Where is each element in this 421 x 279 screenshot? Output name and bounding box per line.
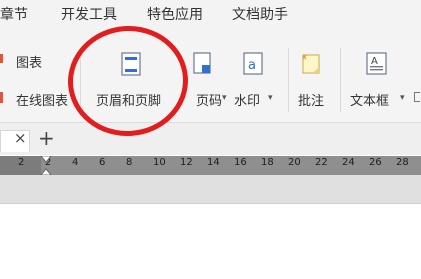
ruler-tick-label: 24 — [342, 157, 355, 168]
ribbon: 图表 在线图表 页眉和页脚 页码 ▾ a 水印 ▾ 批注 A 文本框 ▾ — [0, 40, 421, 123]
comment-button[interactable]: 批注 — [294, 46, 334, 116]
ruler-tick-label: 10 — [153, 157, 166, 168]
menu-tab-chapter[interactable]: 章节 — [0, 0, 28, 40]
chart-button[interactable] — [0, 50, 10, 66]
watermark-button[interactable]: a 水印 ▾ — [234, 46, 278, 116]
ribbon-divider — [340, 48, 341, 112]
comment-label: 批注 — [298, 94, 325, 109]
ruler-tick-label: 2 — [18, 157, 25, 168]
ruler-tick-label: 28 — [396, 157, 409, 168]
watermark-label: 水印 — [234, 94, 261, 109]
watermark-dropdown-icon: ▾ — [268, 93, 273, 103]
chart-icon — [0, 54, 3, 63]
online-chart-button[interactable] — [0, 89, 10, 105]
online-chart-icon — [0, 92, 3, 103]
watermark-icon: a — [243, 52, 263, 75]
ruler-tick-label: 4 — [72, 157, 79, 168]
ribbon-divider — [288, 48, 289, 112]
ruler-tick-label: 20 — [288, 157, 301, 168]
ruler-tick-label: 14 — [207, 157, 220, 168]
text-box-icon: A — [366, 52, 387, 75]
text-box-label: 文本框 — [350, 94, 390, 109]
svg-text:A: A — [371, 56, 378, 67]
document-page[interactable] — [0, 203, 421, 279]
ruler-tick-label: 22 — [315, 157, 328, 168]
chart-label[interactable]: 图表 — [16, 52, 42, 71]
ruler-tick-label: 16 — [234, 157, 247, 168]
page-number-label: 页码 — [196, 94, 223, 109]
ruler-tick-label: 26 — [369, 157, 382, 168]
new-tab-icon[interactable]: + — [38, 126, 55, 150]
page-number-button[interactable]: 页码 ▾ — [190, 46, 230, 116]
horizontal-ruler: 2 2 4 6 8 10 12 14 16 18 20 22 24 26 28 — [0, 156, 421, 175]
ribbon-overflow-button[interactable] — [414, 90, 421, 104]
svg-text:a: a — [248, 58, 256, 73]
page-number-dropdown-icon: ▾ — [222, 93, 227, 103]
online-chart-label[interactable]: 在线图表 — [16, 90, 68, 109]
ruler-tick-label: 12 — [180, 157, 193, 168]
document-tab-strip: × + — [0, 123, 421, 155]
ruler-tick-label: 8 — [126, 157, 133, 168]
close-tab-icon[interactable]: × — [14, 129, 27, 147]
ruler-tick-label: 6 — [99, 157, 106, 168]
menu-bar: 章节 开发工具 特色应用 文档助手 — [0, 0, 421, 40]
ruler-tick-label: 18 — [261, 157, 274, 168]
text-box-button[interactable]: A 文本框 ▾ — [346, 46, 410, 116]
indent-marker-icon[interactable] — [40, 156, 52, 175]
overflow-glyph-icon — [414, 92, 420, 102]
page-number-icon — [193, 52, 211, 74]
text-box-dropdown-icon: ▾ — [400, 93, 405, 103]
menu-tab-document-assistant[interactable]: 文档助手 — [232, 0, 288, 40]
comment-icon — [302, 54, 320, 74]
